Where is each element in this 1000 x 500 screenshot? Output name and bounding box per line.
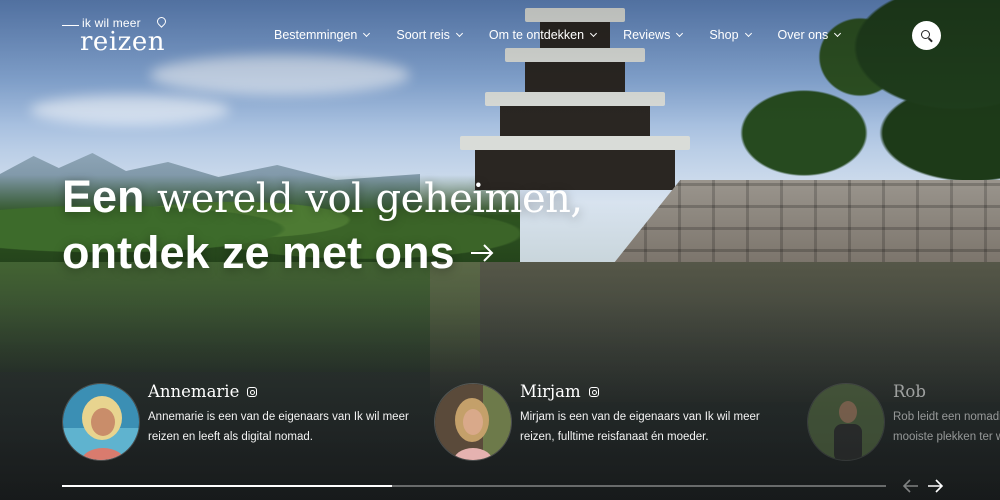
- hero-section: ik wil meer reizen Bestemmingen Soort re…: [0, 0, 1000, 500]
- instagram-icon[interactable]: [247, 386, 258, 397]
- chevron-down-icon: [455, 29, 463, 38]
- chevron-down-icon: [744, 29, 752, 38]
- main-navigation: Bestemmingen Soort reis Om te ontdekken …: [274, 28, 867, 42]
- nav-item-reviews[interactable]: Reviews: [623, 28, 684, 42]
- instagram-icon[interactable]: [588, 386, 599, 397]
- chevron-down-icon: [834, 29, 842, 38]
- avatar: [434, 383, 512, 461]
- nav-item-label: Bestemmingen: [274, 28, 358, 42]
- author-card-mirjam[interactable]: Mirjam Mirjam is een van de eigenaars va…: [434, 382, 794, 463]
- nav-item-om-te-ontdekken[interactable]: Om te ontdekken: [488, 28, 598, 42]
- site-logo[interactable]: ik wil meer reizen: [62, 14, 172, 58]
- avatar: [62, 383, 140, 461]
- author-card-rob[interactable]: Rob Rob leidt een nomadis mooiste plekke…: [807, 383, 1000, 463]
- nav-item-label: Shop: [709, 28, 739, 42]
- search-icon: [921, 30, 930, 39]
- nav-item-label: Soort reis: [396, 28, 450, 42]
- search-button[interactable]: [912, 21, 941, 50]
- carousel-progress-fill: [62, 485, 392, 487]
- nav-item-shop[interactable]: Shop: [709, 28, 752, 42]
- arrow-right-icon: [470, 244, 493, 262]
- chevron-down-icon: [363, 29, 371, 38]
- avatar: [807, 383, 885, 461]
- hero-headline[interactable]: Een wereld vol geheimen, ontdek ze met o…: [62, 170, 583, 279]
- carousel-progress-bar[interactable]: [62, 485, 886, 487]
- author-description: Annemarie is een van de eigenaars van Ik…: [148, 411, 409, 443]
- chevron-down-icon: [676, 29, 684, 38]
- author-name: Annemarie: [148, 382, 240, 401]
- author-name: Mirjam: [520, 382, 581, 401]
- author-name: Rob: [893, 383, 926, 401]
- nav-item-soort-reis[interactable]: Soort reis: [396, 28, 463, 42]
- map-pin-icon: [155, 15, 168, 28]
- headline-line-2: ontdek ze met ons: [62, 227, 455, 278]
- chevron-down-icon: [590, 29, 598, 38]
- nav-item-label: Reviews: [623, 28, 671, 42]
- nav-item-label: Over ons: [777, 28, 829, 42]
- nav-item-bestemmingen[interactable]: Bestemmingen: [274, 28, 371, 42]
- author-description: Mirjam is een van de eigenaars van Ik wi…: [520, 411, 760, 443]
- nav-item-label: Om te ontdekken: [488, 28, 585, 42]
- author-card-annemarie[interactable]: Annemarie Annemarie is een van de eigena…: [62, 382, 412, 463]
- author-description: Rob leidt een nomadis mooiste plekken te…: [893, 411, 1000, 443]
- logo-text-big: reizen: [80, 27, 165, 57]
- headline-serif-text: wereld vol geheimen,: [157, 176, 583, 222]
- arrow-right-icon[interactable]: [926, 478, 944, 494]
- headline-word-bold: Een: [62, 171, 145, 222]
- arrow-left-icon[interactable]: [902, 478, 920, 494]
- nav-item-over-ons[interactable]: Over ons: [777, 28, 842, 42]
